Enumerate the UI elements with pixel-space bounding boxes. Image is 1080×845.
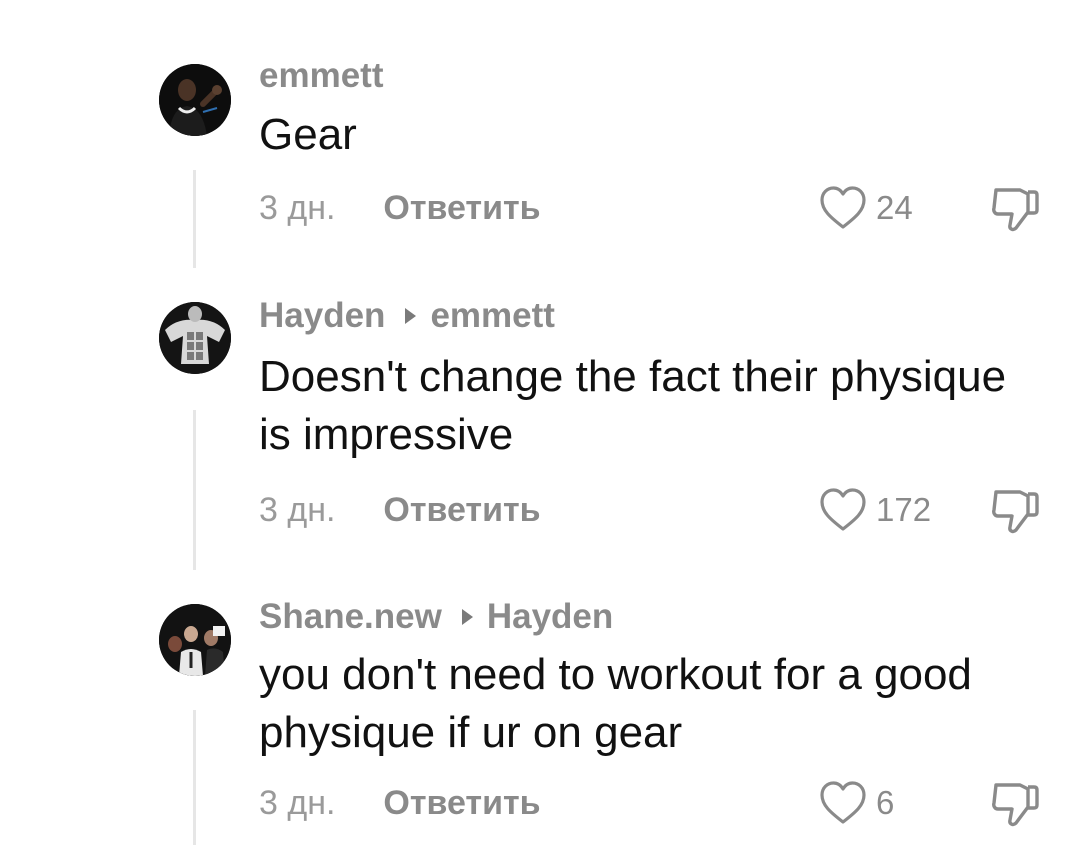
author-name[interactable]: emmett (259, 56, 383, 96)
reply-arrow-icon (405, 308, 417, 324)
thread-line (193, 410, 196, 570)
like-count: 24 (876, 189, 913, 226)
comment-meta: 3 дн. Ответить (259, 490, 541, 530)
avatar[interactable] (159, 604, 231, 676)
like-count: 6 (876, 784, 895, 821)
comment-time: 3 дн. (259, 188, 336, 227)
comment-header: Hayden emmett (259, 296, 555, 336)
dislike-button[interactable] (988, 184, 1042, 234)
comment-text: Gear (259, 110, 357, 159)
thumbs-down-icon (992, 188, 1039, 232)
thread-line (193, 710, 196, 845)
comment-time: 3 дн. (259, 783, 336, 822)
reply-to-name[interactable]: Hayden (487, 597, 613, 637)
reply-arrow-icon (461, 609, 473, 625)
thumbs-down-icon (992, 490, 1039, 534)
like-button[interactable]: 24 (818, 184, 913, 232)
comment-meta: 3 дн. Ответить (259, 188, 541, 228)
like-count: 172 (876, 491, 932, 528)
comment-header: Shane.new Hayden (259, 597, 613, 637)
group-photo-avatar-icon (159, 604, 231, 676)
avatar[interactable] (159, 302, 231, 374)
thread-line (193, 170, 196, 268)
thumbs-down-icon (992, 783, 1039, 827)
reply-button[interactable]: Ответить (383, 189, 540, 228)
dislike-button[interactable] (988, 486, 1042, 536)
comment-meta: 3 дн. Ответить (259, 783, 541, 823)
comment-text: you don't need to workout for a good phy… (259, 650, 972, 757)
author-name[interactable]: Hayden (259, 296, 385, 336)
dislike-button[interactable] (988, 779, 1042, 829)
avatar[interactable] (159, 64, 231, 136)
muscular-torso-avatar-icon (159, 302, 231, 374)
comment-time: 3 дн. (259, 490, 336, 529)
person-waving-avatar-icon (159, 64, 231, 136)
reply-button[interactable]: Ответить (383, 784, 540, 823)
heart-icon (820, 186, 866, 229)
author-name[interactable]: Shane.new (259, 597, 442, 637)
reply-button[interactable]: Ответить (383, 491, 540, 530)
heart-icon (820, 488, 866, 531)
comment-header: emmett (259, 56, 383, 96)
comment-text: Doesn't change the fact their physique i… (259, 352, 1007, 459)
like-button[interactable]: 172 (818, 486, 931, 534)
reply-to-name[interactable]: emmett (430, 296, 554, 336)
heart-icon (820, 781, 866, 824)
like-button[interactable]: 6 (818, 779, 894, 827)
